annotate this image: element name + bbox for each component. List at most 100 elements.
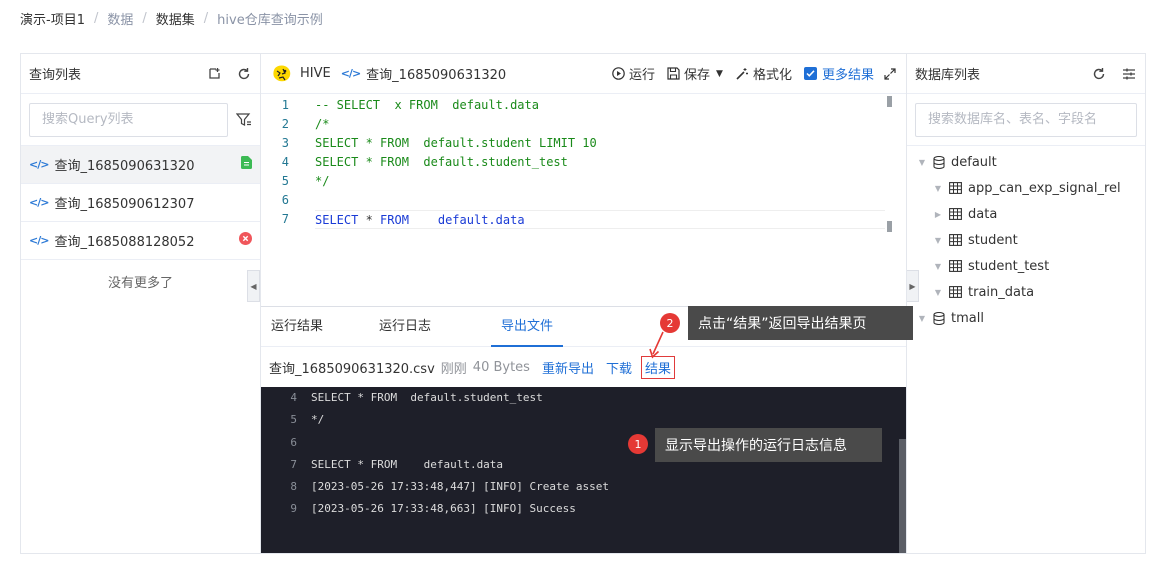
engine-label: HIVE: [300, 66, 331, 81]
tree-table[interactable]: ▼ train_data: [907, 279, 1145, 305]
editor-toolbar: HIVE </> 查询_1685090631320 运行 保存 ▼ 格式化 更多…: [261, 54, 906, 94]
refresh-icon[interactable]: [1091, 66, 1107, 82]
play-icon: [612, 67, 625, 80]
query-item-label: 查询_1685088128052: [54, 235, 195, 250]
expand-caret-icon[interactable]: ▼: [915, 314, 929, 323]
database-icon: [933, 311, 945, 325]
code-line-current: SELECT * FROM default.data: [315, 210, 885, 229]
code-icon: </>: [29, 158, 49, 171]
tree-table[interactable]: ▼ app_can_exp_signal_rel: [907, 175, 1145, 201]
table-icon: [949, 260, 962, 272]
database-list-panel: 数据库列表 ▼ default ▼ app_can_exp_signal_rel: [906, 54, 1145, 553]
query-search-input[interactable]: [29, 102, 228, 137]
tree-table[interactable]: ▶ data: [907, 201, 1145, 227]
expand-caret-icon[interactable]: ▼: [915, 158, 929, 167]
table-icon: [949, 182, 962, 194]
annotation-tip-1: 显示导出操作的运行日志信息: [655, 428, 882, 462]
breadcrumb: 演示-项目1 / 数据 / 数据集 / hive仓库查询示例: [20, 9, 323, 28]
tab-export-file[interactable]: 导出文件: [491, 307, 564, 347]
magic-wand-icon: [735, 67, 749, 81]
collapsed-caret-icon[interactable]: ▶: [931, 210, 945, 219]
fullscreen-icon[interactable]: [884, 67, 896, 80]
code-line: SELECT * FROM default.student LIMIT 10: [315, 136, 597, 150]
more-results-checkbox[interactable]: 更多结果: [803, 64, 874, 83]
format-button[interactable]: 格式化: [735, 64, 792, 83]
annotation-arrow-icon: [649, 331, 664, 359]
code-area[interactable]: -- SELECT x FROM default.data /* SELECT …: [315, 94, 885, 306]
query-item[interactable]: </> 查询_1685090612307: [21, 184, 260, 222]
code-icon: </>: [29, 196, 49, 209]
code-icon: </>: [29, 234, 49, 247]
hive-logo-icon: [273, 65, 291, 81]
breadcrumb-dataset[interactable]: 数据集: [156, 9, 195, 28]
query-item-label: 查询_1685090631320: [54, 159, 195, 174]
table-icon: [949, 234, 962, 246]
query-item-label: 查询_1685090612307: [54, 197, 195, 212]
code-line: /*: [315, 117, 330, 131]
breadcrumb-current: hive仓库查询示例: [217, 12, 323, 28]
editor-panel: HIVE </> 查询_1685090631320 运行 保存 ▼ 格式化 更多…: [261, 54, 906, 553]
refresh-icon[interactable]: [236, 66, 252, 82]
tree-table[interactable]: ▼ student: [907, 227, 1145, 253]
tree-table[interactable]: ▼ student_test: [907, 253, 1145, 279]
error-icon: [239, 232, 252, 249]
tree-db-default[interactable]: ▼ default: [907, 149, 1145, 175]
save-button[interactable]: 保存 ▼: [667, 64, 723, 83]
new-query-icon[interactable]: [206, 66, 222, 82]
checkbox-checked-icon: [803, 67, 817, 80]
expand-caret-icon[interactable]: ▼: [931, 184, 945, 193]
database-search-input[interactable]: [915, 102, 1137, 137]
breadcrumb-project[interactable]: 演示-项目1: [20, 9, 85, 28]
query-item[interactable]: </> 查询_1685088128052: [21, 222, 260, 260]
export-size: 40 Bytes: [472, 359, 530, 375]
export-file-name: 查询_1685090631320.csv: [269, 361, 435, 377]
database-icon: [933, 155, 945, 169]
breadcrumb-data[interactable]: 数据: [107, 9, 133, 28]
download-link[interactable]: 下载: [606, 358, 632, 377]
run-button[interactable]: 运行: [612, 64, 655, 83]
tab-run-log[interactable]: 运行日志: [369, 307, 441, 347]
query-list-panel: 查询列表 </> 查询_1685090631320 </> 查询_1685090…: [21, 54, 261, 553]
no-more-text: 没有更多了: [107, 276, 173, 291]
sql-editor[interactable]: 1 2 3 4 5 6 7 -- SELECT x FROM default.d…: [261, 94, 906, 306]
code-icon: </>: [340, 67, 361, 80]
export-file-row: 查询_1685090631320.csv 刚刚 40 Bytes 重新导出 下载…: [261, 347, 906, 387]
settings-sliders-icon[interactable]: [1121, 66, 1137, 82]
annotation-tip-2: 点击“结果”返回导出结果页: [688, 306, 913, 340]
log-line: 4 SELECT * FROM default.student_test: [290, 391, 543, 404]
tree-db-tmall[interactable]: ▼ tmall: [907, 305, 1145, 331]
query-item[interactable]: </> 查询_1685090631320: [21, 146, 260, 184]
expand-caret-icon[interactable]: ▼: [931, 288, 945, 297]
reexport-link[interactable]: 重新导出: [542, 358, 594, 377]
export-time: 刚刚: [440, 361, 467, 377]
code-line: -- SELECT x FROM default.data: [315, 98, 539, 112]
save-dropdown-caret-icon[interactable]: ▼: [716, 69, 723, 79]
table-icon: [949, 286, 962, 298]
tab-run-result[interactable]: 运行结果: [261, 307, 333, 347]
export-log-console: 4 SELECT * FROM default.student_test 5 */ …: [261, 387, 906, 553]
database-tree: ▼ default ▼ app_can_exp_signal_rel ▶ dat…: [907, 146, 1145, 331]
code-line: */: [315, 174, 330, 188]
code-line: SELECT * FROM default.student_test: [315, 155, 568, 169]
query-list-title: 查询列表: [29, 68, 82, 83]
editor-scrollbar-marker: [887, 221, 892, 232]
log-scrollbar[interactable]: [899, 439, 906, 553]
collapse-left-handle[interactable]: ◀: [247, 270, 260, 302]
database-list-title: 数据库列表: [915, 68, 981, 83]
filter-icon[interactable]: [236, 112, 252, 128]
log-line: 8 [2023-05-26 17:33:48,447] [INFO] Create…: [290, 480, 610, 494]
line-number-gutter: 1 2 3 4 5 6 7: [281, 98, 289, 226]
expand-caret-icon[interactable]: ▼: [931, 262, 945, 271]
collapse-left-icon: ◀: [250, 281, 257, 291]
expand-caret-icon[interactable]: ▼: [931, 236, 945, 245]
log-line: 9 [2023-05-26 17:33:48,663] [INFO] Succes…: [290, 502, 576, 516]
query-file-name: 查询_1685090631320: [366, 68, 507, 83]
annotation-badge-1: 1: [628, 434, 648, 454]
editor-scrollbar[interactable]: [887, 96, 892, 107]
save-icon: [667, 67, 680, 80]
workspace: 查询列表 </> 查询_1685090631320 </> 查询_1685090…: [20, 53, 1146, 554]
query-list-header: 查询列表: [21, 54, 260, 94]
saved-file-icon: [241, 156, 252, 173]
table-icon: [949, 208, 962, 220]
